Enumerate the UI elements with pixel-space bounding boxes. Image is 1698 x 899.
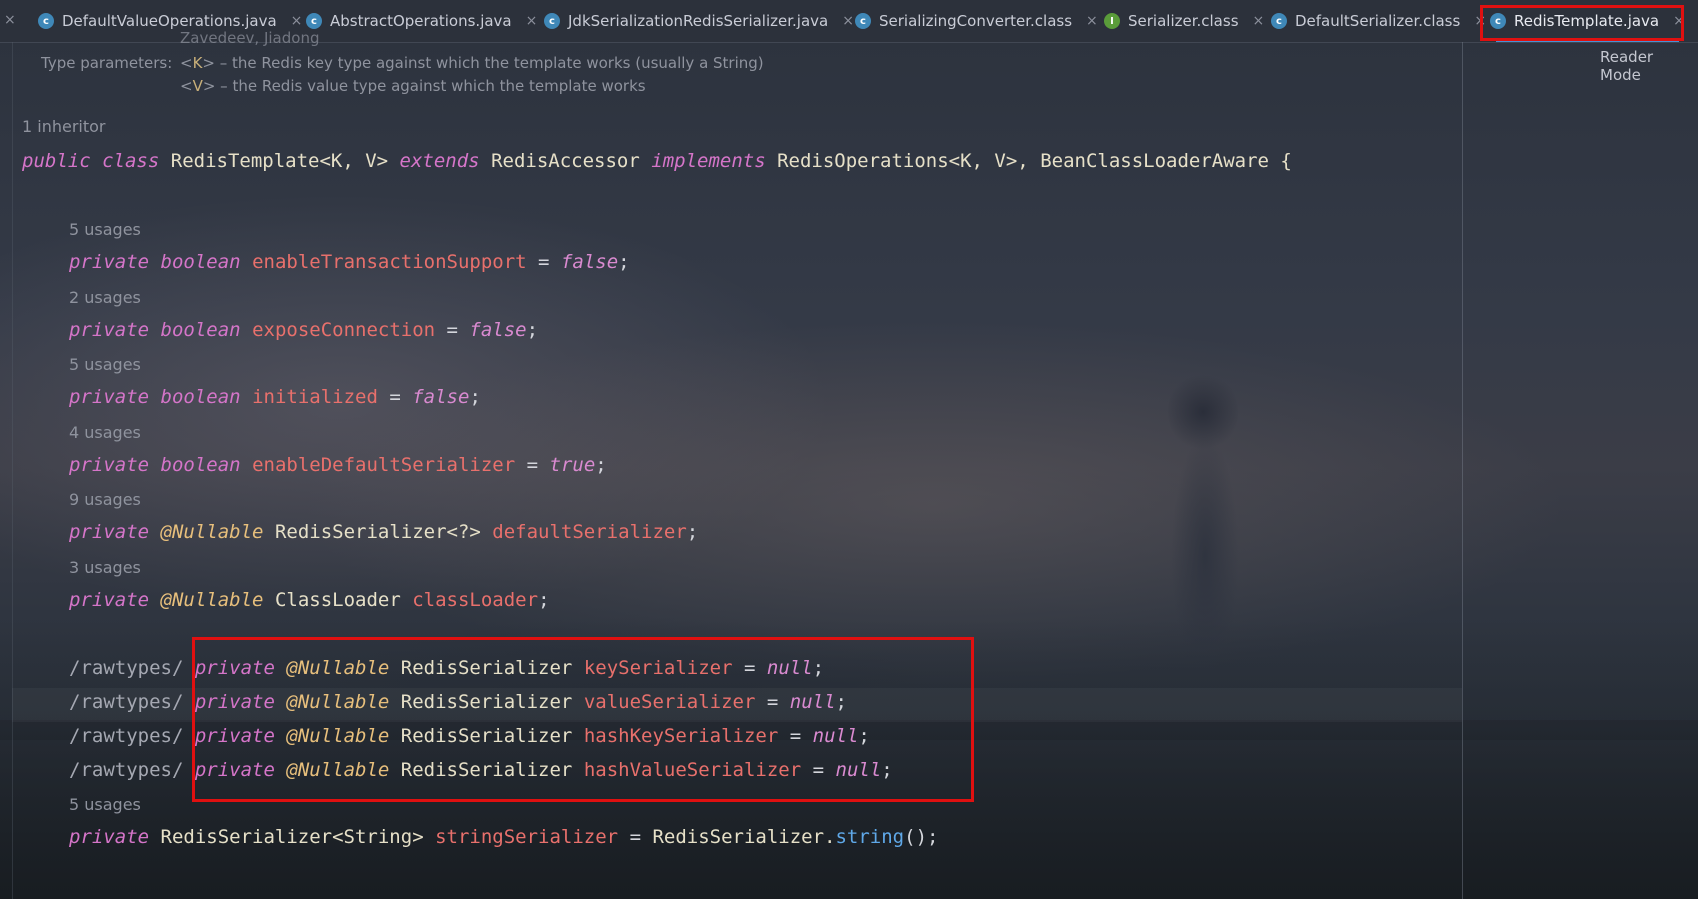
reader-mode-button[interactable]: Reader Mode [1600, 48, 1698, 84]
class-icon: c [544, 13, 560, 29]
background-figure-head [1168, 372, 1238, 452]
tab-label: DefaultSerializer.class [1295, 12, 1461, 30]
doc-v-param: <V> – the Redis value type against which… [180, 77, 646, 95]
inheritors-hint[interactable]: 1 inheritor [22, 117, 106, 136]
class-icon: c [306, 13, 322, 29]
serializer-fields-highlight [192, 637, 974, 802]
code-line: private boolean enableTransactionSupport… [69, 251, 630, 273]
interface-icon: I [1104, 13, 1120, 29]
usages-hint[interactable]: 3 usages [69, 558, 141, 577]
tab-label: AbstractOperations.java [330, 12, 512, 30]
tab-label: SerializingConverter.class [879, 12, 1073, 30]
code-line: private @Nullable RedisSerializer<?> def… [69, 521, 699, 543]
usages-hint[interactable]: 5 usages [69, 355, 141, 374]
doc-k-param: <K> – the Redis key type against which t… [180, 54, 764, 72]
close-icon[interactable]: × [842, 13, 854, 29]
tab-jdkserializationredisserializer[interactable]: c JdkSerializationRedisSerializer.java × [544, 0, 854, 42]
doc-type-params-label: Type parameters: [41, 54, 173, 72]
tab-defaultserializer[interactable]: c DefaultSerializer.class × [1271, 0, 1486, 42]
code-line: private boolean enableDefaultSerializer … [69, 454, 607, 476]
usages-hint[interactable]: 2 usages [69, 288, 141, 307]
class-icon: c [1271, 13, 1287, 29]
active-tab-highlight [1480, 5, 1684, 41]
tab-label: JdkSerializationRedisSerializer.java [568, 12, 829, 30]
close-icon[interactable]: × [291, 13, 303, 29]
doc-authors: Zavedeev, Jiadong [180, 29, 320, 47]
code-line: private @Nullable ClassLoader classLoade… [69, 589, 550, 611]
tab-serializer[interactable]: I Serializer.class × [1104, 0, 1264, 42]
gutter-divider [12, 42, 13, 899]
code-line: private boolean exposeConnection = false… [69, 319, 539, 341]
code-line: private RedisSerializer<String> stringSe… [69, 826, 939, 848]
close-icon[interactable]: × [1086, 13, 1098, 29]
tab-abstractoperations[interactable]: c AbstractOperations.java × [306, 0, 537, 42]
right-margin-guide [1462, 42, 1463, 899]
usages-hint[interactable]: 9 usages [69, 490, 141, 509]
class-declaration: public class RedisTemplate<K, V> extends… [22, 150, 1292, 172]
usages-hint[interactable]: 5 usages [69, 795, 141, 814]
tab-label: DefaultValueOperations.java [62, 12, 277, 30]
usages-hint[interactable]: 5 usages [69, 220, 141, 239]
close-icon[interactable]: × [1253, 13, 1265, 29]
usages-hint[interactable]: 4 usages [69, 423, 141, 442]
close-icon[interactable]: × [4, 12, 16, 28]
code-line: private boolean initialized = false; [69, 386, 481, 408]
tab-serializingconverter[interactable]: c SerializingConverter.class × [855, 0, 1098, 42]
close-icon[interactable]: × [526, 13, 538, 29]
tab-label: Serializer.class [1128, 12, 1239, 30]
class-icon: c [38, 13, 54, 29]
class-icon: c [855, 13, 871, 29]
